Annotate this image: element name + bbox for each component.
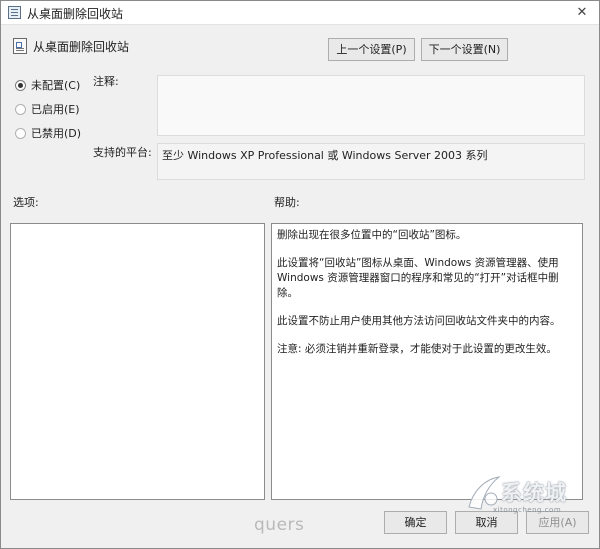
watermark-site-name: 系统城 bbox=[501, 481, 567, 505]
window-title: 从桌面删除回收站 bbox=[27, 7, 124, 21]
previous-setting-button[interactable]: 上一个设置(P) bbox=[328, 38, 415, 61]
help-paragraph: 注意: 必须注销并重新登录，才能使对于此设置的更改生效。 bbox=[277, 343, 557, 355]
help-paragraph: 删除出现在很多位置中的“回收站”图标。 bbox=[277, 229, 467, 241]
policy-dialog: 从桌面删除回收站 ✕ 从桌面删除回收站 上一个设置(P) 下一个设置(N) 未配… bbox=[0, 0, 600, 549]
supported-platform-field: 至少 Windows XP Professional 或 Windows Ser… bbox=[157, 143, 585, 180]
help-panel[interactable]: 删除出现在很多位置中的“回收站”图标。 此设置将“回收站”图标从桌面、Windo… bbox=[271, 223, 583, 500]
apply-button[interactable]: 应用(A) bbox=[526, 511, 589, 534]
platform-label: 支持的平台: bbox=[93, 146, 152, 159]
options-panel bbox=[10, 223, 265, 500]
policy-icon bbox=[8, 6, 21, 19]
setting-icon bbox=[13, 38, 27, 54]
comment-label: 注释: bbox=[93, 75, 119, 88]
quers-watermark: quers bbox=[254, 515, 305, 535]
cancel-button[interactable]: 取消 bbox=[455, 511, 518, 534]
radio-enabled[interactable]: 已启用(E) bbox=[15, 101, 80, 117]
help-paragraph: 此设置不防止用户使用其他方法访问回收站文件夹中的内容。 bbox=[277, 315, 561, 327]
ok-button[interactable]: 确定 bbox=[384, 511, 447, 534]
comment-textarea[interactable] bbox=[157, 75, 585, 136]
radio-not-configured[interactable]: 未配置(C) bbox=[15, 77, 80, 93]
help-paragraph: 此设置将“回收站”图标从桌面、Windows 资源管理器、使用 Windows … bbox=[277, 257, 559, 299]
radio-disabled-indicator[interactable] bbox=[15, 127, 26, 139]
radio-disabled-label: 已禁用(D) bbox=[31, 127, 82, 140]
close-button[interactable]: ✕ bbox=[573, 4, 591, 22]
setting-name: 从桌面删除回收站 bbox=[33, 40, 130, 54]
radio-not-configured-indicator[interactable] bbox=[15, 79, 26, 91]
title-bar[interactable]: 从桌面删除回收站 ✕ bbox=[1, 1, 599, 25]
radio-enabled-label: 已启用(E) bbox=[31, 103, 80, 116]
radio-not-configured-label: 未配置(C) bbox=[31, 79, 81, 92]
next-setting-button[interactable]: 下一个设置(N) bbox=[421, 38, 508, 61]
watermark-site-url: xitongcheng.com bbox=[493, 506, 562, 514]
radio-enabled-indicator[interactable] bbox=[15, 103, 26, 115]
radio-disabled[interactable]: 已禁用(D) bbox=[15, 125, 81, 141]
help-label: 帮助: bbox=[274, 196, 300, 209]
options-label: 选项: bbox=[13, 196, 39, 209]
